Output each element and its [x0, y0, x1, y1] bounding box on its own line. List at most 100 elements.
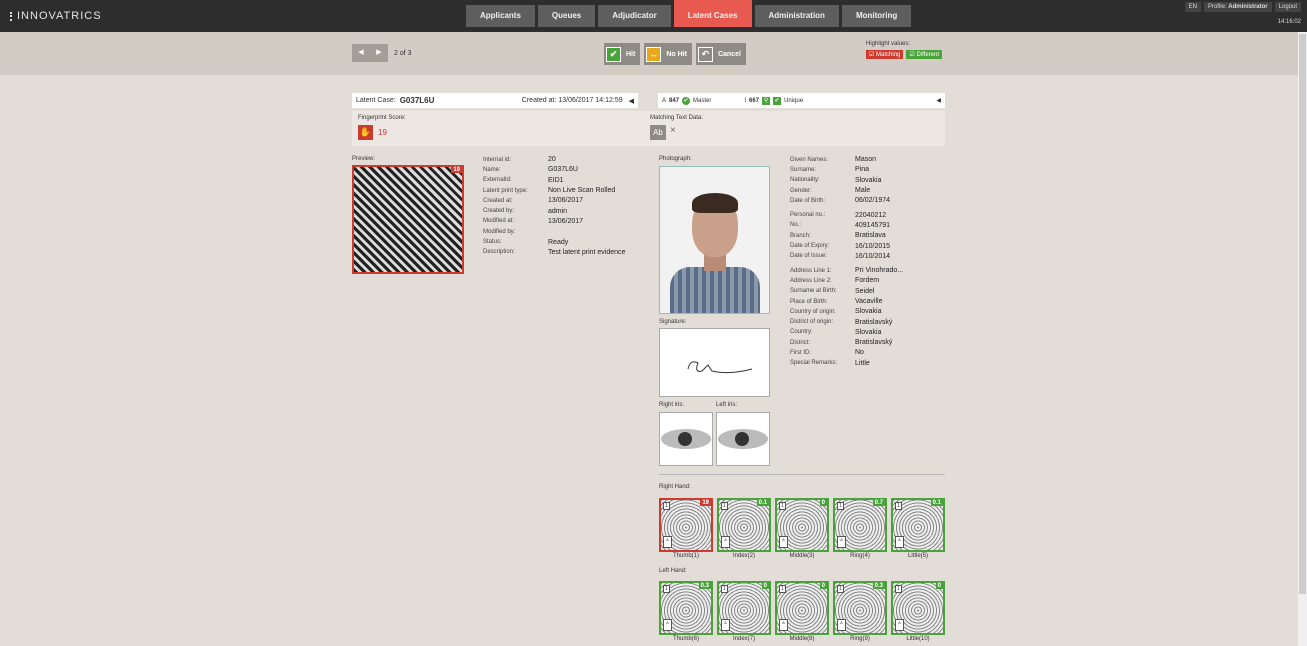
detail-row: Modified at: 13/06/2017 [483, 217, 658, 226]
detail-key: Special Remarks: [790, 360, 838, 367]
detail-row: Branch: Bratislava [790, 231, 945, 240]
divider [659, 474, 945, 475]
finger-card[interactable]: 0 1 A Index(7) [717, 581, 771, 642]
finger-card[interactable]: 0 1 A Little(10) [891, 581, 945, 642]
tab-latent-cases[interactable]: Latent Cases [673, 0, 752, 27]
detail-row: Name: G037L6U [483, 165, 658, 174]
arrows-icon: ↔ [646, 46, 662, 62]
hit-button[interactable]: ✔ Hit [604, 43, 641, 65]
user-menu: EN Profile: Administrator Logout [1184, 2, 1301, 12]
cancel-button[interactable]: ↶ Cancel [695, 43, 746, 65]
match-header: A 847 ✔ Master I 667 ⚲ ✔ Unique ◀ [658, 93, 945, 108]
finger-card[interactable]: 0.7 1 A Ring(4) [833, 498, 887, 559]
i-value: 667 [749, 97, 760, 104]
finger-score-badge: 0.1 [756, 500, 769, 506]
detail-row: Gender: Male [790, 186, 945, 195]
detail-key: Address Line 2: [790, 277, 832, 284]
clock: 14:16:02 [1277, 19, 1301, 25]
detail-value: Ready [548, 238, 569, 246]
detail-value: Pina [855, 166, 870, 174]
detail-key: Description: [483, 249, 515, 256]
finger-quality-mark: A [663, 536, 672, 548]
finger-quality-mark: A [837, 536, 846, 548]
profile-label: Profile: [1207, 4, 1227, 10]
collapse-arrow-icon[interactable]: ◀ [629, 97, 634, 105]
created-at: Created at: 13/06/2017 14:12:59 [521, 97, 623, 104]
finger-card[interactable]: 0.3 1 A Thumb(6) [659, 581, 713, 642]
logout-button[interactable]: Logout [1274, 2, 1301, 12]
detail-row: Date of Issue: 16/10/2014 [790, 252, 945, 261]
tab-monitoring[interactable]: Monitoring [841, 5, 912, 27]
detail-key: Latent print type: [483, 187, 528, 194]
detail-row: Latent print type: Non Live Scan Rolled [483, 186, 658, 195]
detail-key: Surname: [790, 166, 817, 173]
detail-value: Vacaville [855, 298, 883, 305]
different-toggle[interactable]: ☑ Different [906, 50, 943, 59]
tab-queues[interactable]: Queues [537, 5, 596, 27]
finger-card[interactable]: 0.1 1 A Index(2) [717, 498, 771, 559]
detail-value: admin [548, 207, 568, 215]
latent-preview-image[interactable]: 19 [352, 165, 464, 274]
tab-applicants[interactable]: Applicants [466, 5, 535, 27]
i-label: I [744, 97, 747, 104]
finger-card[interactable]: 0.1 1 A Little(5) [891, 498, 945, 559]
finger-index-mark: 1 [779, 585, 786, 593]
finger-card[interactable]: 0 1 A Middle(3) [775, 498, 829, 559]
detail-value: 20 [548, 156, 556, 164]
finger-card[interactable]: 0.3 1 A Ring(9) [833, 581, 887, 642]
detail-key: Modified by: [483, 228, 516, 235]
finger-name: Middle(8) [789, 636, 815, 642]
different-label: Different [916, 52, 940, 58]
right-iris-image[interactable] [659, 412, 713, 466]
collapse-arrow-icon[interactable]: ◀ [936, 97, 941, 104]
finger-card[interactable]: 0 1 A Middle(8) [775, 581, 829, 642]
finger-name: Index(7) [732, 636, 755, 642]
detail-key: Country: [790, 329, 813, 336]
matching-toggle[interactable]: ☑ Matching [866, 50, 904, 59]
detail-value: 409145791 [855, 221, 891, 229]
matching-label: Matching [876, 52, 901, 58]
fingerprint-image: 0.7 1 A [833, 498, 887, 552]
detail-value: Fordem [855, 277, 880, 285]
fingerprint-image: 0 1 A [717, 581, 771, 635]
finger-name: Middle(3) [789, 553, 815, 559]
detail-row: District of origin: Bratislavský [790, 317, 945, 326]
language-button[interactable]: EN [1184, 2, 1201, 12]
fingerprint-score-label: Fingerprint Score: [358, 115, 406, 121]
detail-value: 06/02/1974 [855, 197, 891, 205]
person-details: Given Names: Mason Surname: Pina Nationality… [790, 155, 945, 368]
finger-card[interactable]: 19 1 A Thumb(1) [659, 498, 713, 559]
detail-key: Date of Birth: [790, 197, 826, 204]
next-case-button[interactable]: ▶ [370, 44, 388, 62]
case-details: Internal id: 20 Name: G037L6U ExternalId: EID… [483, 155, 658, 257]
left-iris-image[interactable] [716, 412, 770, 466]
detail-value: Bratislavský [855, 318, 893, 326]
photograph [659, 166, 770, 314]
finger-score-badge: 0 [761, 583, 769, 589]
detail-row: Modified by: [483, 227, 658, 236]
tab-adjudicator[interactable]: Adjudicator [598, 5, 671, 27]
detail-row: District: Bratislavský [790, 338, 945, 347]
detail-row: Status: Ready [483, 237, 658, 246]
latent-case-header: Latent Case: G037L6U Created at: 13/06/2… [352, 93, 638, 108]
check-icon: ✔ [606, 46, 621, 62]
no-hit-button[interactable]: ↔ No Hit [644, 43, 692, 65]
detail-value: 13/06/2017 [548, 217, 584, 225]
unique-label: Unique [784, 97, 804, 104]
profile-button[interactable]: Profile: Administrator [1203, 2, 1272, 12]
tab-administration[interactable]: Administration [754, 5, 839, 27]
scrollbar-thumb[interactable] [1299, 34, 1306, 594]
scrollbar[interactable] [1298, 32, 1307, 646]
highlight-title: Highlight values: [866, 41, 911, 47]
detail-key: ExternalId: [483, 177, 512, 184]
finger-index-mark: 1 [663, 585, 670, 593]
finger-index-mark: 1 [721, 502, 728, 510]
fingerprint-image: 0 1 A [775, 581, 829, 635]
detail-key: Created by: [483, 208, 515, 215]
detail-key: Date of Issue: [790, 253, 828, 260]
prev-case-button[interactable]: ◀ [352, 44, 370, 62]
detail-key: District: [790, 339, 810, 346]
detail-value: Male [855, 187, 871, 195]
detail-row: Description: Test latent print evidence [483, 248, 658, 257]
case-toolbar: ◀ ▶ 2 of 3 ✔ Hit ↔ No Hit ↶ Cancel Highligh… [0, 32, 1298, 75]
